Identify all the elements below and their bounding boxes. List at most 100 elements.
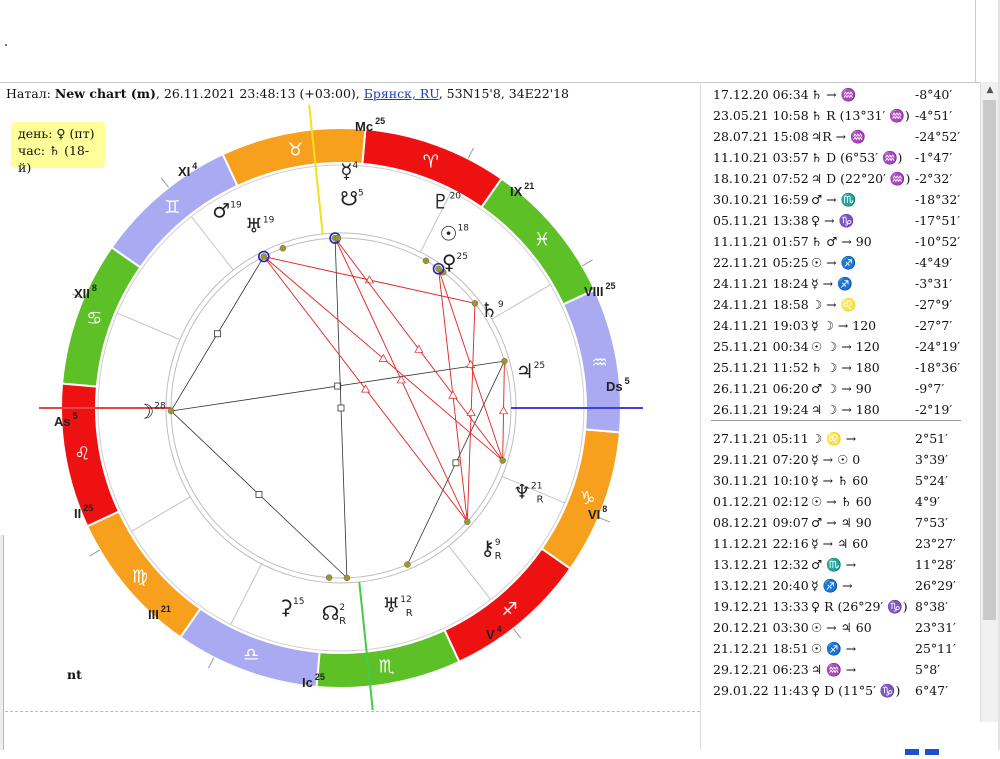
moon-glyph-icon: ☽28: [136, 399, 166, 423]
planet-dot: [404, 561, 411, 568]
event-aspect: ♂ ☽ → 90: [811, 381, 872, 396]
event-value: 3°39′: [915, 452, 948, 467]
event-aspect: ☿ → ♃ 60: [811, 536, 869, 551]
zodiac-sign-glyph: ♑: [580, 488, 596, 509]
event-row: 24.11.21 18:24 ☿ → ♐ -3°31′: [701, 273, 971, 294]
events-panel[interactable]: 17.12.20 06:34 ♄ → ♒ -8°40′ 23.05.21 10:58 ♄…: [700, 82, 981, 750]
event-row: 11.12.21 22:16 ☿ → ♃ 60 23°27′: [701, 533, 971, 554]
bottom-divider: [0, 711, 700, 713]
event-row: 20.12.21 03:30 ☉ → ♃ 60 23°31′: [701, 617, 971, 638]
aspect-marker: [214, 330, 221, 338]
event-aspect: ♃ ♒ →: [811, 662, 857, 677]
event-date: 28.07.21 15:08: [713, 129, 809, 144]
chart-name: New chart (m): [54, 86, 156, 101]
event-value: 23°31′: [915, 620, 956, 635]
house-label: Ds 5: [606, 376, 630, 394]
scroll-thumb[interactable]: [983, 100, 996, 620]
aspect-marker: [498, 406, 509, 415]
event-date: 24.11.21 18:24: [713, 276, 809, 291]
event-value: 4°9′: [915, 494, 940, 509]
event-row: 08.12.21 09:07 ♂ → ♃ 90 7°53′: [701, 512, 971, 533]
aspect-marker: [255, 491, 263, 498]
event-row: 13.12.21 20:40 ☿ ♐ → 26°29′: [701, 575, 971, 596]
imum-coeli-line: [358, 581, 374, 710]
event-row: 21.12.21 18:51 ☉ ♐ → 25°11′: [701, 638, 971, 659]
event-date: 24.11.21 19:03: [713, 318, 809, 333]
planet-dot: [279, 245, 287, 252]
event-value: 25°11′: [915, 641, 956, 656]
house-cusp-line: [117, 312, 181, 341]
event-value: -27°7′: [915, 318, 953, 333]
bottom-marks: [905, 740, 965, 755]
event-value: 2°51′: [915, 431, 948, 446]
event-aspect: ♀ → ♑: [811, 213, 855, 228]
event-row: 28.07.21 15:08 ♃R → ♒ -24°52′: [701, 126, 971, 147]
event-date: 21.12.21 18:51: [713, 641, 809, 656]
event-date: 11.10.21 03:57: [713, 150, 809, 165]
event-date: 08.12.21 09:07: [713, 515, 809, 530]
house-cusp-tick: [89, 549, 100, 557]
event-date: 27.11.21 05:11: [713, 431, 809, 446]
event-value: -1°47′: [915, 150, 953, 165]
chart-footer-label: nt: [67, 667, 82, 682]
left-frame: [0, 535, 4, 750]
event-value: -9°7′: [915, 381, 945, 396]
event-aspect: ♂ → ♏: [811, 192, 857, 207]
venus-glyph-icon: ♀25: [442, 250, 468, 274]
event-value: 7°53′: [915, 515, 948, 530]
window-frame-edge: [975, 0, 976, 82]
jupiter-glyph-icon: ♃25: [516, 359, 545, 383]
planet-dot: [471, 300, 479, 307]
event-value: -18°36′: [915, 360, 961, 375]
planet-dot: [435, 265, 442, 272]
events-scrollbar[interactable]: ▲: [980, 82, 999, 722]
event-date: 26.11.21 06:20: [713, 381, 809, 396]
event-row: 17.12.20 06:34 ♄ → ♒ -8°40′: [701, 84, 971, 105]
planet-dot: [325, 574, 333, 581]
event-row: 26.11.21 06:20 ♂ ☽ → 90 -9°7′: [701, 378, 971, 399]
aspect-marker: [337, 404, 345, 412]
event-row: 30.10.21 16:59 ♂ → ♏ -18°32′: [701, 189, 971, 210]
scroll-up-arrow-icon[interactable]: ▲: [981, 82, 999, 98]
aspect-marker: [466, 407, 476, 416]
event-date: 29.12.21 06:23: [713, 662, 809, 677]
planet-dot: [334, 234, 342, 242]
event-value: -18°32′: [915, 192, 961, 207]
event-aspect: ☿ → ☉ 0: [811, 452, 861, 467]
natal-chart-wheel: ♈♉♊♋♌♍♎♏♐♑♒♓As 5II 25III 21Ic 25V 4VI 8Ds 5VIII…: [39, 104, 643, 710]
event-row: 11.11.21 01:57 ♄ ♂ → 90 -10°52′: [701, 231, 971, 252]
ceres-glyph-icon: ⚳15: [278, 595, 304, 619]
event-aspect: ☿ ☽ → 120: [811, 318, 877, 333]
event-aspect: ☽ ♌ →: [811, 431, 857, 446]
event-value: 23°27′: [915, 536, 956, 551]
planet-dot: [422, 257, 430, 265]
zodiac-sign-glyph: ♉: [287, 139, 303, 160]
event-row: 25.11.21 00:34 ☉ ☽ → 120 -24°19′: [701, 336, 971, 357]
event-row: 23.05.21 10:58 ♄ R (13°31′ ♒) -4°51′: [701, 105, 971, 126]
event-date: 05.11.21 13:38: [713, 213, 809, 228]
city-link[interactable]: Брянск, RU: [364, 86, 439, 101]
event-date: 30.11.21 10:10: [713, 473, 809, 488]
event-row: 05.11.21 13:38 ♀ → ♑ -17°51′: [701, 210, 971, 231]
event-date: 01.12.21 02:12: [713, 494, 809, 509]
pluto-glyph-icon: ♇20: [432, 189, 462, 213]
event-row: 27.11.21 05:11 ☽ ♌ → 2°51′: [701, 428, 971, 449]
event-value: -3°31′: [915, 276, 953, 291]
event-value: 5°8′: [915, 662, 940, 677]
zodiac-sign-glyph: ♏: [379, 657, 395, 678]
aspect-marker: [452, 459, 460, 467]
event-value: -24°19′: [915, 339, 961, 354]
house-cusp-line: [131, 496, 191, 532]
house-label: VIII 25: [584, 281, 616, 299]
event-date: 17.12.20 06:34: [713, 87, 809, 102]
planet-dot: [343, 574, 351, 582]
event-row: 29.01.22 11:43 ♀ D (11°5′ ♑) 6°47′: [701, 680, 971, 701]
zodiac-sign-glyph: ♎: [243, 645, 259, 666]
events-separator: [711, 420, 961, 421]
house-cusp-tick: [598, 516, 610, 523]
event-row: 30.11.21 10:10 ☿ → ♄ 60 5°24′: [701, 470, 971, 491]
event-row: 24.11.21 19:03 ☿ ☽ → 120 -27°7′: [701, 315, 971, 336]
node-glyph-icon: ☊2 R: [322, 601, 347, 627]
event-row: 11.10.21 03:57 ♄ D (6°53′ ♒) -1°47′: [701, 147, 971, 168]
event-date: 26.11.21 19:24: [713, 402, 809, 417]
